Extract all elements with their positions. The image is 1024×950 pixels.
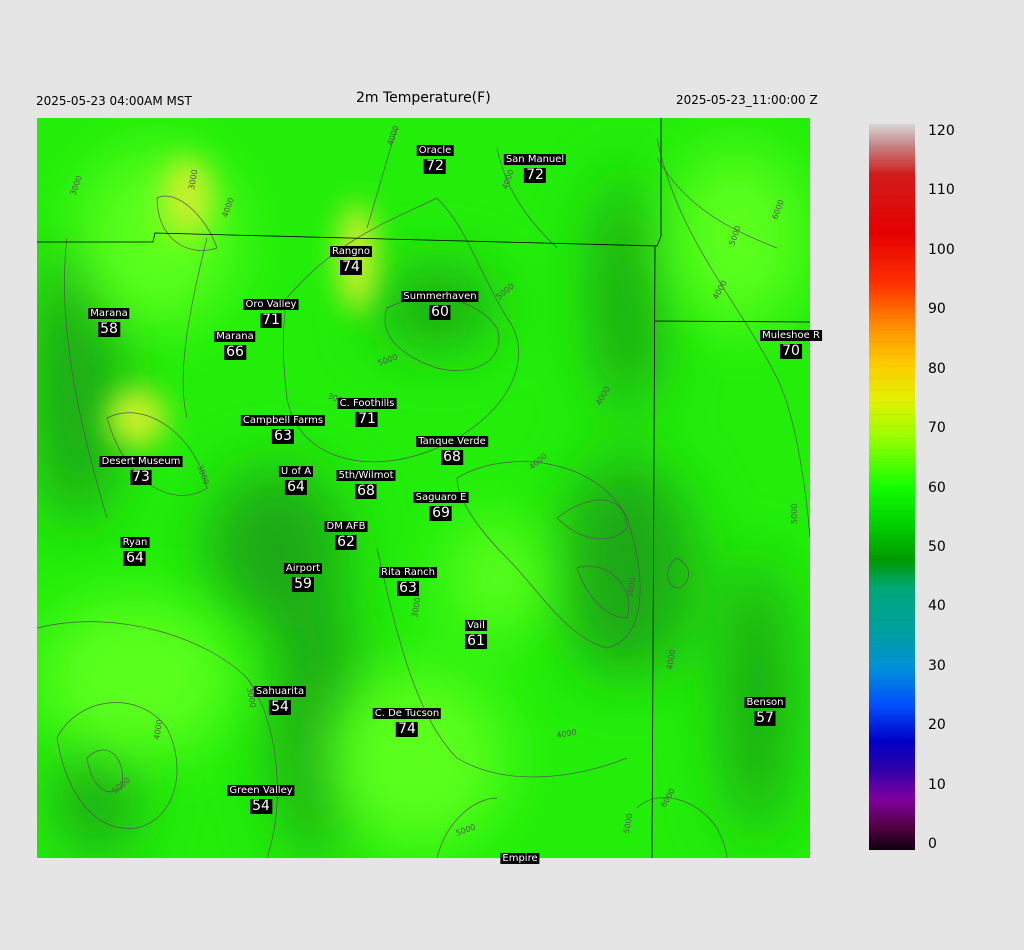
colorbar-tick-label: 10 [928, 776, 946, 793]
map-title: 2m Temperature(F) [356, 90, 491, 106]
colorbar-tick-label: 80 [928, 360, 946, 377]
colorbar-tick-label: 110 [928, 182, 955, 199]
colorbar-tick-label: 120 [928, 123, 955, 139]
map-field: 3000 300040004000400050005000300030004000… [37, 118, 810, 858]
valid-time-utc: 2025-05-23_11:00:00 Z [676, 93, 818, 107]
colorbar-tick-label: 60 [928, 479, 946, 496]
colorbar [869, 124, 915, 850]
valid-time-local: 2025-05-23 04:00AM MST [36, 94, 192, 108]
temperature-map: 3000 3000 4000 4000 4000 5000 5000 3000 3000 4000… [37, 118, 822, 864]
colorbar-tick-label: 100 [928, 241, 955, 258]
colorbar-tick-label: 0 [928, 836, 937, 852]
colorbar-tick-label: 50 [928, 538, 946, 555]
colorbar-tick-label: 40 [928, 598, 946, 615]
colorbar-tick-label: 20 [928, 717, 946, 734]
colorbar-tick-label: 90 [928, 301, 946, 318]
colorbar-tick-label: 30 [928, 657, 946, 674]
contour-label: 5000 [790, 504, 799, 524]
colorbar-tick-label: 70 [928, 420, 946, 437]
